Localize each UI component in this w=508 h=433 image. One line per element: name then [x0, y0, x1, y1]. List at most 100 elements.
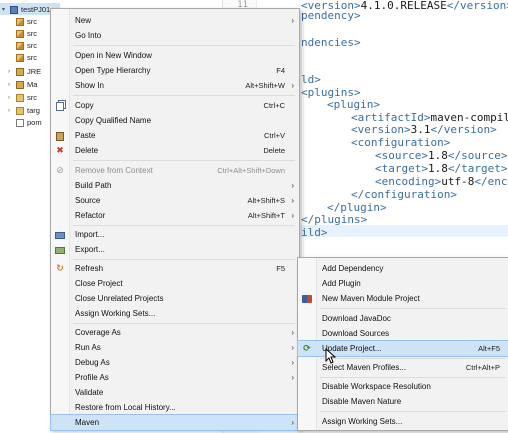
- xml-tag: </source>: [447, 149, 508, 162]
- submenu-arrow-icon: ›: [291, 81, 294, 90]
- xml-tag: </version>: [446, 0, 508, 12]
- expand-arrow-icon[interactable]: ›: [8, 69, 14, 75]
- menu-item-export[interactable]: Export...: [51, 242, 299, 257]
- update-project-icon: ⟳: [303, 344, 311, 354]
- menu-item-label: Run As: [75, 343, 101, 352]
- xml-tag: ld>: [301, 73, 321, 86]
- submenu-item-add-dependency[interactable]: Add Dependency: [298, 261, 508, 276]
- context-menu: New › Go Into Open in New Window Open Ty…: [50, 8, 300, 431]
- menu-item-label: Select Maven Profiles...: [322, 363, 407, 372]
- menu-shortcut: F5: [276, 264, 285, 273]
- paste-icon: [55, 131, 65, 141]
- menu-separator: [73, 225, 295, 226]
- menu-item-paste[interactable]: Paste Ctrl+V: [51, 128, 299, 143]
- menu-item-label: Disable Maven Nature: [322, 397, 402, 406]
- menu-item-refactor[interactable]: Refactor Alt+Shift+T ›: [51, 208, 299, 223]
- menu-item-debug-as[interactable]: Debug As ›: [51, 355, 299, 370]
- menu-item-label: Close Unrelated Projects: [75, 294, 164, 303]
- expand-arrow-icon[interactable]: ›: [8, 82, 14, 88]
- menu-item-new[interactable]: New ›: [51, 13, 299, 28]
- menu-item-label: Open Type Hierarchy: [75, 66, 151, 75]
- library-icon: [16, 67, 24, 76]
- menu-item-build-path[interactable]: Build Path ›: [51, 178, 299, 193]
- menu-item-label: Refactor: [75, 211, 106, 220]
- expand-arrow-icon[interactable]: ›: [8, 108, 14, 114]
- menu-item-copy[interactable]: Copy Ctrl+C: [51, 98, 299, 113]
- menu-item-open-in-new-window[interactable]: Open in New Window: [51, 48, 299, 63]
- expand-arrow-icon[interactable]: ▾: [2, 6, 8, 13]
- menu-item-close-unrelated-projects[interactable]: Close Unrelated Projects: [51, 291, 299, 306]
- xml-code-line: <artifactId>maven-compiler: [351, 112, 508, 123]
- menu-item-source[interactable]: Source Alt+Shift+S ›: [51, 193, 299, 208]
- import-icon: [55, 230, 65, 240]
- tree-item-label: targ: [27, 106, 40, 115]
- menu-item-label: Maven: [75, 418, 100, 427]
- current-line-highlight: [300, 225, 508, 237]
- xml-code-line: </plugin>: [327, 202, 387, 213]
- menu-item-label: Add Dependency: [322, 264, 384, 273]
- menu-item-validate[interactable]: Validate: [51, 385, 299, 400]
- tree-item-label: src: [27, 41, 37, 50]
- xml-tag: </configuration>: [351, 188, 457, 201]
- submenu-item-download-sources[interactable]: Download Sources: [298, 326, 508, 341]
- submenu-item-disable-workspace-resolution[interactable]: Disable Workspace Resolution: [298, 379, 508, 394]
- tree-item[interactable]: › targ: [8, 105, 40, 116]
- tree-item[interactable]: › src: [8, 92, 37, 103]
- menu-item-remove-from-context[interactable]: ⊘ Remove from Context Ctrl+Alt+Shift+Dow…: [51, 163, 299, 178]
- menu-item-open-type-hierarchy[interactable]: Open Type Hierarchy F4: [51, 63, 299, 78]
- menu-item-restore-from-local-history[interactable]: Restore from Local History...: [51, 400, 299, 415]
- export-icon: [55, 245, 65, 255]
- menu-item-delete[interactable]: ✖ Delete Delete: [51, 143, 299, 158]
- menu-item-coverage-as[interactable]: Coverage As ›: [51, 325, 299, 340]
- menu-item-label: Show In: [75, 81, 104, 90]
- menu-item-label: Debug As: [75, 358, 110, 367]
- tree-item[interactable]: pom: [16, 117, 42, 128]
- menu-separator: [73, 45, 295, 46]
- menu-item-close-project[interactable]: Close Project: [51, 276, 299, 291]
- folder-icon: [16, 93, 24, 102]
- tree-item[interactable]: src: [16, 28, 37, 39]
- submenu-item-disable-maven-nature[interactable]: Disable Maven Nature: [298, 394, 508, 409]
- menu-item-maven[interactable]: Maven ›: [50, 414, 300, 431]
- tree-item[interactable]: src: [16, 16, 37, 27]
- tree-item[interactable]: › Ma: [8, 79, 37, 90]
- menu-item-label: Disable Workspace Resolution: [322, 382, 431, 391]
- submenu-item-download-javadoc[interactable]: Download JavaDoc: [298, 311, 508, 326]
- menu-item-label: Copy: [75, 101, 94, 110]
- menu-item-label: Build Path: [75, 181, 112, 190]
- submenu-item-add-plugin[interactable]: Add Plugin: [298, 276, 508, 291]
- refresh-icon: ↻: [56, 264, 64, 274]
- expand-arrow-icon[interactable]: ›: [8, 95, 14, 101]
- xml-tag: <plugin>: [327, 98, 380, 111]
- menu-item-refresh[interactable]: ↻ Refresh F5: [51, 261, 299, 276]
- xml-code-line: </plugins>: [301, 214, 367, 225]
- maven-submenu: Add Dependency Add Plugin New Maven Modu…: [297, 257, 508, 431]
- menu-item-show-in[interactable]: Show In Alt+Shift+W ›: [51, 78, 299, 93]
- menu-shortcut: Ctrl+Alt+P: [465, 363, 500, 372]
- tree-item[interactable]: src: [16, 40, 37, 51]
- xml-tag: pendency>: [301, 9, 361, 22]
- menu-item-import[interactable]: Import...: [51, 227, 299, 242]
- menu-item-go-into[interactable]: Go Into: [51, 28, 299, 43]
- menu-item-assign-working-sets[interactable]: Assign Working Sets...: [51, 306, 299, 321]
- submenu-arrow-icon: ›: [291, 328, 294, 337]
- menu-item-copy-qualified-name[interactable]: Copy Qualified Name: [51, 113, 299, 128]
- xml-tag: </version>: [430, 123, 497, 136]
- package-icon: [16, 17, 24, 26]
- tree-item-project[interactable]: ▾ testPJ01: [2, 4, 50, 15]
- tree-item-label: JRE: [27, 67, 42, 76]
- menu-shortcut: Alt+Shift+S: [247, 196, 285, 205]
- menu-item-label: Refresh: [75, 264, 104, 273]
- menu-item-label: Download JavaDoc: [322, 314, 391, 323]
- menu-item-profile-as[interactable]: Profile As ›: [51, 370, 299, 385]
- menu-item-label: Add Plugin: [322, 279, 361, 288]
- menu-shortcut: Alt+Shift+T: [247, 211, 285, 220]
- package-icon: [16, 41, 24, 50]
- submenu-item-new-maven-module-project[interactable]: New Maven Module Project: [298, 291, 508, 306]
- tree-item[interactable]: › JRE: [8, 66, 41, 77]
- xml-tag: </encod: [474, 175, 508, 188]
- xml-code-line: ild>: [301, 227, 328, 238]
- tree-item[interactable]: src: [16, 52, 37, 63]
- menu-item-run-as[interactable]: Run As ›: [51, 340, 299, 355]
- submenu-item-assign-working-sets[interactable]: Assign Working Sets...: [298, 414, 508, 429]
